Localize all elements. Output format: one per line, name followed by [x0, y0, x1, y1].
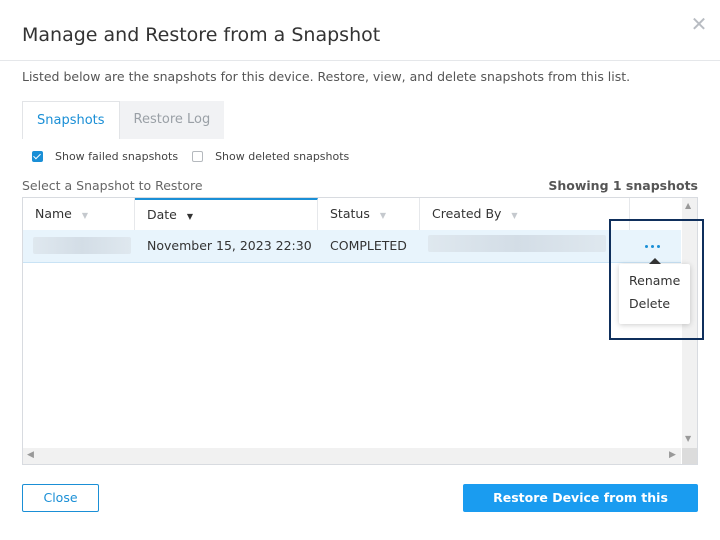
snapshot-count: Showing 1 snapshots	[548, 178, 698, 193]
redacted-created-by	[428, 235, 606, 252]
horizontal-scrollbar[interactable]: ◀ ▶	[23, 448, 681, 464]
snapshot-dialog: Manage and Restore from a Snapshot ✕ Lis…	[0, 0, 720, 534]
close-icon[interactable]: ✕	[690, 14, 708, 34]
close-button[interactable]: Close	[22, 484, 99, 512]
snapshot-grid: Name ▼ Date ▼ Status ▼ Created By ▼ November…	[22, 197, 698, 465]
column-name-label: Name	[35, 206, 72, 221]
column-created-by-label: Created By	[432, 206, 502, 221]
header-divider	[0, 60, 720, 61]
column-header-created-by[interactable]: Created By ▼	[420, 198, 630, 230]
dialog-description: Listed below are the snapshots for this …	[22, 69, 631, 84]
scroll-left-icon[interactable]: ◀	[27, 450, 34, 460]
scrollbar-corner	[682, 448, 697, 464]
restore-snapshot-button[interactable]: Restore Device from this Snapshot	[463, 484, 698, 533]
sort-arrow-icon: ▼	[511, 211, 518, 220]
scroll-up-icon[interactable]: ▲	[685, 201, 691, 210]
column-header-date[interactable]: Date ▼	[135, 198, 318, 230]
sort-arrow-icon: ▼	[81, 211, 89, 220]
dialog-title: Manage and Restore from a Snapshot	[22, 24, 381, 46]
tab-restore-log[interactable]: Restore Log	[119, 101, 225, 139]
row-date: November 15, 2023 22:30	[147, 238, 312, 253]
grid-caption: Select a Snapshot to Restore	[22, 178, 203, 193]
show-deleted-checkbox[interactable]: Show deleted snapshots	[192, 150, 349, 163]
show-deleted-label: Show deleted snapshots	[215, 150, 350, 163]
grid-header: Name ▼ Date ▼ Status ▼ Created By ▼	[23, 198, 681, 231]
show-failed-label: Show failed snapshots	[55, 150, 179, 163]
show-failed-checkbox[interactable]: Show failed snapshots	[32, 150, 178, 163]
filter-checkboxes: Show failed snapshots Show deleted snaps…	[32, 150, 363, 163]
tab-snapshots[interactable]: Snapshots	[22, 101, 120, 139]
sort-arrow-icon: ▼	[379, 211, 386, 220]
checkbox-checked-icon[interactable]	[32, 151, 43, 162]
column-header-status[interactable]: Status ▼	[318, 198, 420, 230]
checkbox-unchecked-icon[interactable]	[192, 151, 204, 162]
scroll-right-icon[interactable]: ▶	[669, 450, 676, 460]
sort-desc-icon: ▼	[186, 212, 194, 221]
column-header-name[interactable]: Name ▼	[23, 198, 135, 230]
redacted-name	[33, 237, 131, 254]
highlight-box	[609, 219, 704, 340]
column-status-label: Status	[330, 206, 370, 221]
tab-bar: Snapshots Restore Log	[22, 101, 225, 139]
row-status: COMPLETED	[330, 238, 407, 253]
scroll-down-icon[interactable]: ▼	[685, 434, 691, 443]
table-row[interactable]: November 15, 2023 22:30 COMPLETED	[23, 230, 681, 263]
column-date-label: Date	[147, 207, 177, 222]
